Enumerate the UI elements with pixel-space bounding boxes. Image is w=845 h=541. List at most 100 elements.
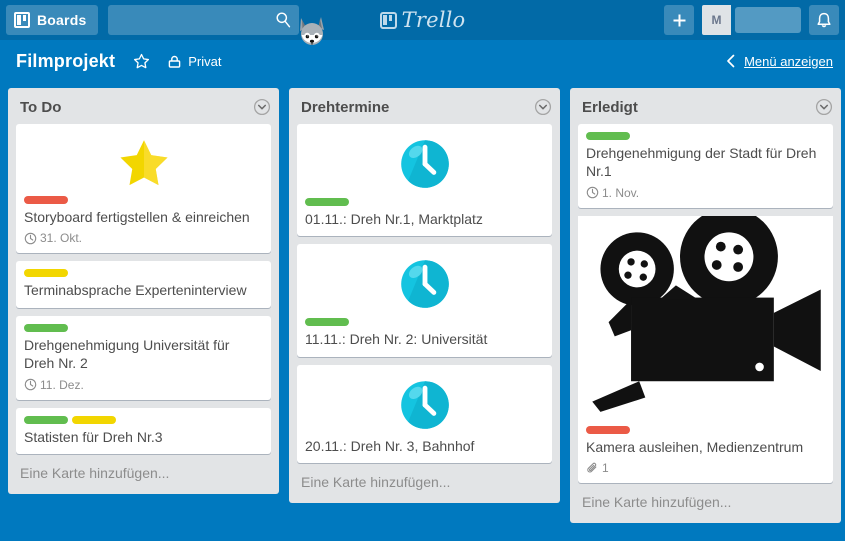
notifications-button[interactable] (809, 5, 839, 35)
clock-emoji-cover (397, 256, 453, 312)
card-title: Drehgenehmigung Universität für Dreh Nr.… (24, 336, 263, 373)
card-list: Drehgenehmigung der Stadt für Dreh Nr.1 1… (570, 124, 841, 483)
search-input[interactable] (108, 5, 299, 35)
card-label-green[interactable] (586, 132, 630, 140)
card-label-red[interactable] (586, 426, 630, 434)
badge-text: 1 (602, 461, 609, 475)
badge-text: 1. Nov. (602, 186, 639, 200)
card-badges: 31. Okt. (24, 231, 263, 245)
card[interactable]: Statisten für Dreh Nr.3 (16, 408, 271, 454)
attachment-badge: 1 (586, 461, 609, 475)
board-visibility-button[interactable]: Privat (167, 54, 221, 69)
card[interactable]: Drehgenehmigung Universität für Dreh Nr.… (16, 316, 271, 400)
board-title: Filmprojekt (16, 51, 115, 72)
list-title: Erledigt (582, 99, 638, 116)
card-cover (24, 130, 263, 194)
badge-text: 31. Okt. (40, 231, 82, 245)
card[interactable]: Drehgenehmigung der Stadt für Dreh Nr.1 1… (578, 124, 833, 208)
bell-icon (816, 12, 832, 29)
chevron-left-icon (726, 54, 736, 68)
card-badges: 1. Nov. (586, 186, 825, 200)
star-board-button[interactable] (129, 49, 153, 73)
card-body: Kamera ausleihen, Medienzentrum 1 (578, 420, 833, 475)
card-label-red[interactable] (24, 196, 68, 204)
clock-emoji-cover (397, 136, 453, 192)
list-menu-button[interactable] (815, 98, 833, 116)
card-label-yellow[interactable] (72, 416, 116, 424)
star-emoji-cover (116, 136, 172, 190)
list: Erledigt Drehgenehmigung der Stadt für Dr… (570, 88, 841, 523)
card-label-green[interactable] (24, 324, 68, 332)
chevron-down-circle-icon (534, 98, 552, 116)
member-menu[interactable]: M (702, 5, 801, 35)
board-canvas: To Do Storyboard fertigstellen & einreic… (0, 82, 845, 541)
card-labels (24, 196, 263, 204)
board-icon (14, 12, 30, 28)
list: Drehtermine 01.11.: Dreh Nr.1, Marktplat… (289, 88, 560, 503)
avatar[interactable]: M (702, 5, 731, 35)
trello-brand-name: Trello (402, 8, 466, 32)
card-label-green[interactable] (305, 198, 349, 206)
card-title: Storyboard fertigstellen & einreichen (24, 208, 263, 226)
card-title: Terminabsprache Experteninterview (24, 281, 263, 299)
card-title: Kamera ausleihen, Medienzentrum (586, 438, 825, 456)
due-date-badge: 1. Nov. (586, 186, 639, 200)
list-menu-button[interactable] (534, 98, 552, 116)
badge-text: 11. Dez. (40, 378, 84, 392)
card-label-yellow[interactable] (24, 269, 68, 277)
card-title: Drehgenehmigung der Stadt für Dreh Nr.1 (586, 144, 825, 181)
header-right-controls: M (664, 5, 839, 35)
plus-icon (672, 13, 687, 28)
boards-button[interactable]: Boards (6, 5, 98, 35)
show-menu-label: Menü anzeigen (744, 54, 833, 69)
board-header: Filmprojekt Privat Menü anzeigen (0, 40, 845, 82)
card[interactable]: 11.11.: Dreh Nr. 2: Universität (297, 244, 552, 356)
card-label-green[interactable] (305, 318, 349, 326)
card-labels (24, 324, 263, 332)
card-labels (305, 198, 544, 206)
card-label-green[interactable] (24, 416, 68, 424)
due-date-badge: 11. Dez. (24, 378, 84, 392)
card[interactable]: Kamera ausleihen, Medienzentrum 1 (578, 216, 833, 483)
card-title: Statisten für Dreh Nr.3 (24, 428, 263, 446)
show-menu-button[interactable]: Menü anzeigen (726, 54, 833, 69)
list-header: Erledigt (570, 88, 841, 124)
card-badges: 1 (586, 461, 825, 475)
card[interactable]: 01.11.: Dreh Nr.1, Marktplatz (297, 124, 552, 236)
card-cover (578, 216, 833, 420)
board-visibility-label: Privat (188, 54, 221, 69)
card-labels (305, 318, 544, 326)
trello-logo-icon (380, 12, 397, 29)
list-title: To Do (20, 99, 61, 116)
add-button[interactable] (664, 5, 694, 35)
attachment-icon (586, 462, 599, 475)
search-icon[interactable] (275, 11, 292, 28)
chevron-down-circle-icon (815, 98, 833, 116)
member-name-bar[interactable] (735, 7, 801, 33)
global-header: Boards (0, 0, 845, 40)
card-list: Storyboard fertigstellen & einreichen 31.… (8, 124, 279, 454)
add-card-button[interactable]: Eine Karte hinzufügen... (289, 463, 560, 503)
card-title: 11.11.: Dreh Nr. 2: Universität (305, 330, 544, 348)
card[interactable]: 20.11.: Dreh Nr. 3, Bahnhof (297, 365, 552, 463)
list-header: Drehtermine (289, 88, 560, 124)
list-menu-button[interactable] (253, 98, 271, 116)
card-labels (24, 269, 263, 277)
card-title: 01.11.: Dreh Nr.1, Marktplatz (305, 210, 544, 228)
clock-emoji-cover (397, 377, 453, 433)
card-labels (24, 416, 263, 424)
clock-icon (24, 232, 37, 245)
search-box[interactable] (108, 5, 299, 35)
card[interactable]: Terminabsprache Experteninterview (16, 261, 271, 307)
chevron-down-circle-icon (253, 98, 271, 116)
card-labels (586, 132, 825, 140)
card-cover (305, 130, 544, 196)
star-outline-icon (133, 53, 150, 70)
card-list: 01.11.: Dreh Nr.1, Marktplatz 11.11.: Dr… (289, 124, 560, 463)
add-card-button[interactable]: Eine Karte hinzufügen... (570, 483, 841, 523)
due-date-badge: 31. Okt. (24, 231, 82, 245)
card[interactable]: Storyboard fertigstellen & einreichen 31.… (16, 124, 271, 253)
card-title: 20.11.: Dreh Nr. 3, Bahnhof (305, 437, 544, 455)
list: To Do Storyboard fertigstellen & einreic… (8, 88, 279, 494)
add-card-button[interactable]: Eine Karte hinzufügen... (8, 454, 279, 494)
